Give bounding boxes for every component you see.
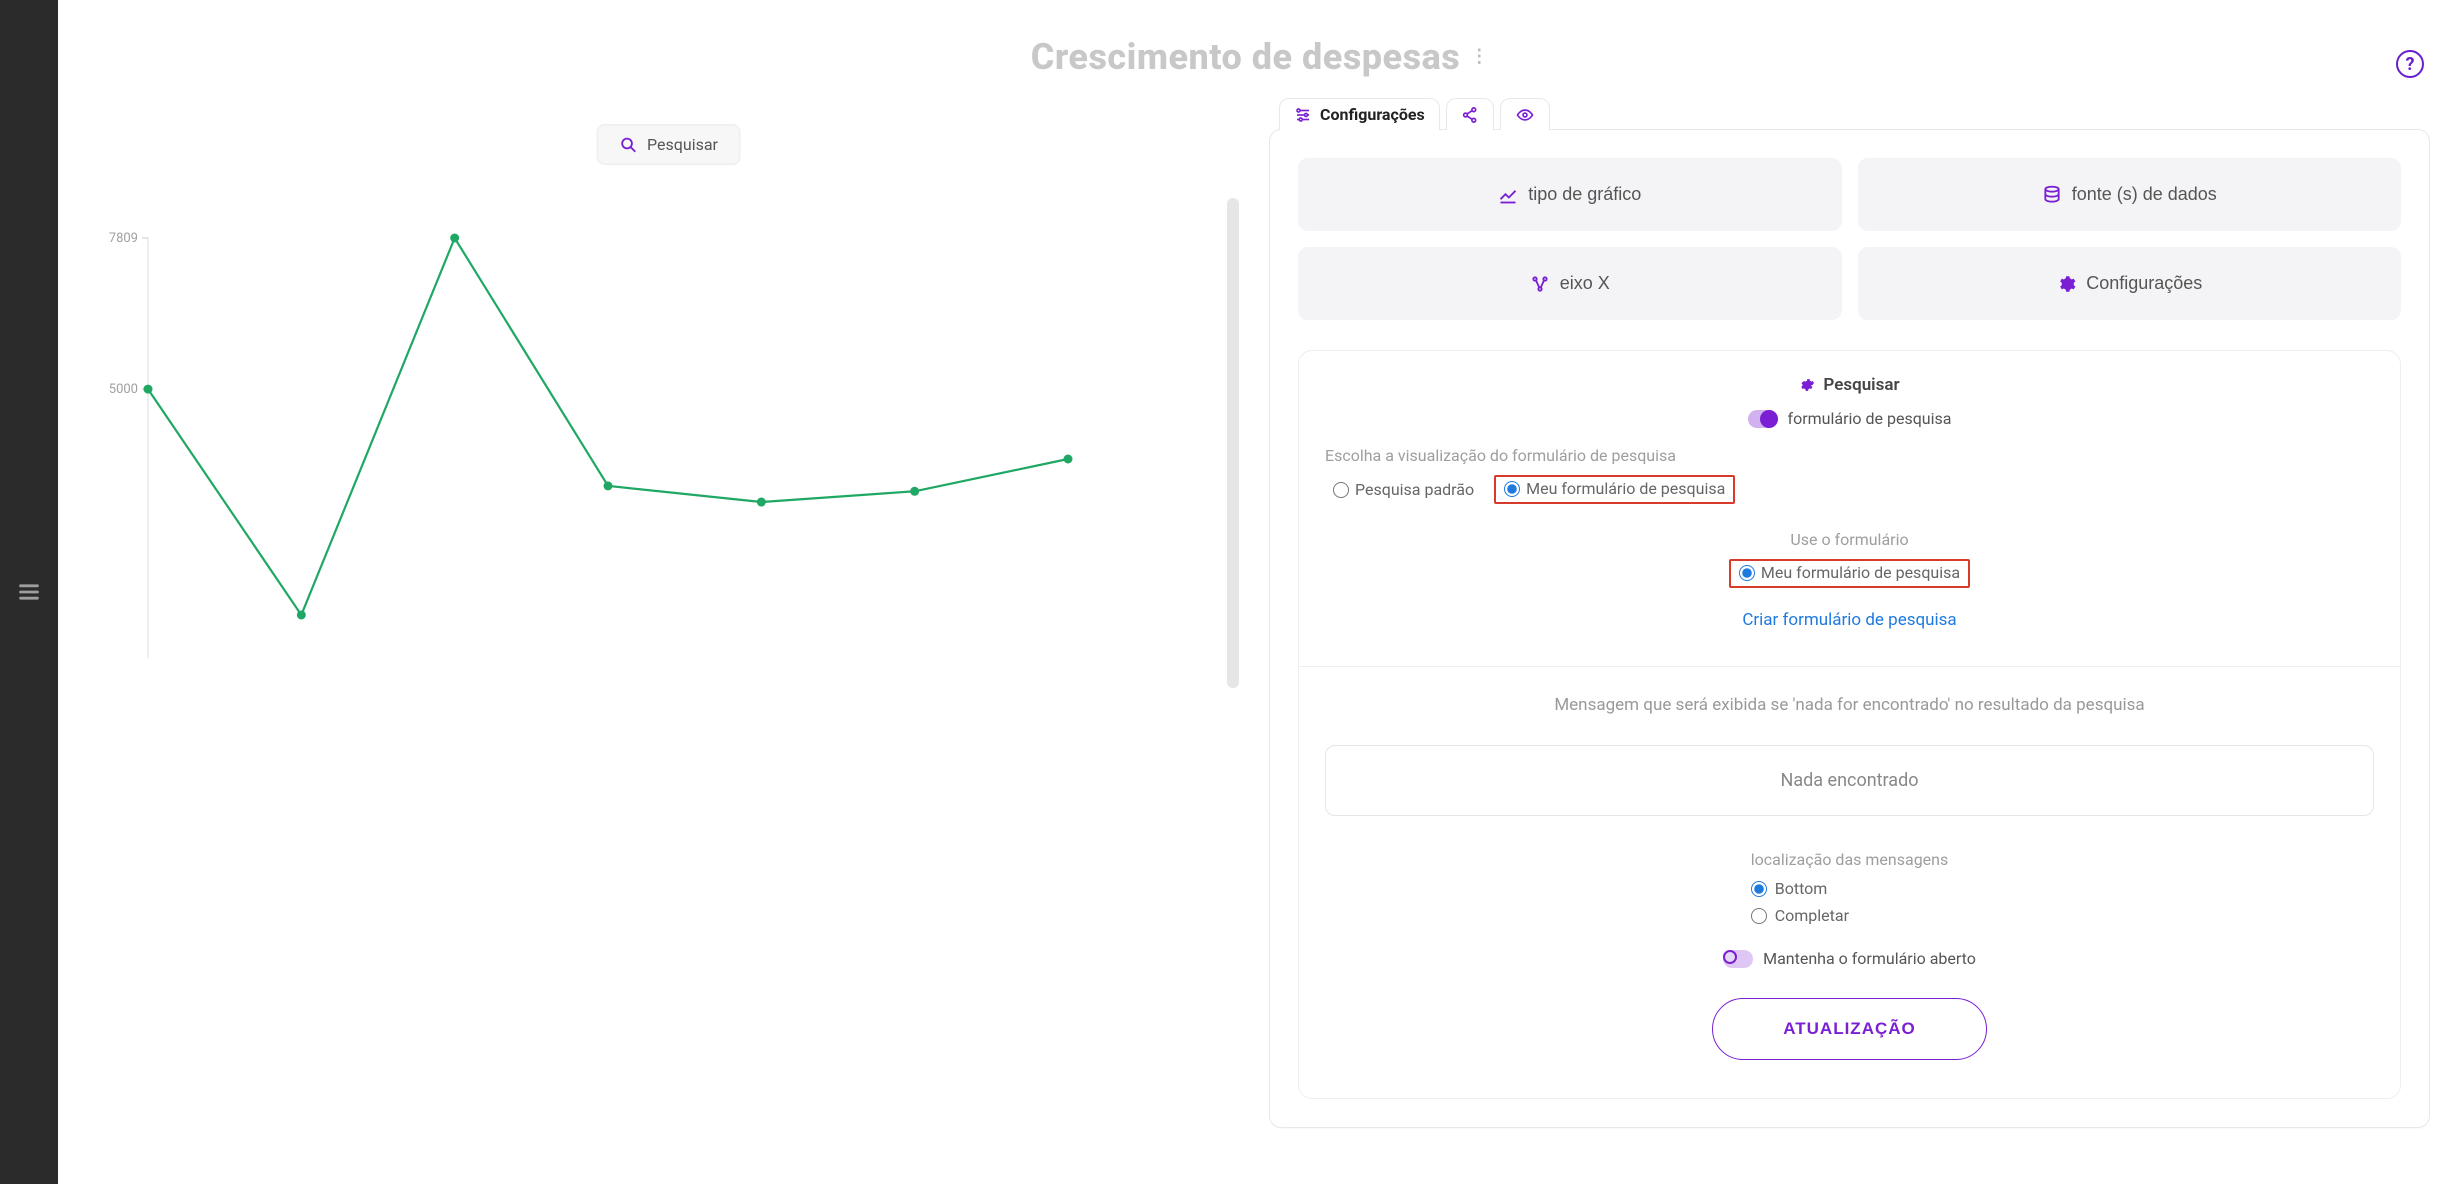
- svg-text:7809: 7809: [109, 231, 138, 246]
- tab-config[interactable]: Configurações: [1279, 98, 1440, 130]
- not-found-input[interactable]: [1325, 745, 2374, 816]
- choose-view-hint: Escolha a visualização do formulário de …: [1325, 446, 2374, 465]
- btn-chart-type-label: tipo de gráfico: [1528, 184, 1641, 205]
- config-column: Configurações: [1269, 98, 2430, 1154]
- radio-loc-bottom-label: Bottom: [1775, 879, 1828, 898]
- help-glyph: ?: [2406, 54, 2415, 75]
- radio-default-search-input[interactable]: [1333, 482, 1349, 498]
- btn-x-axis[interactable]: eixo X: [1298, 247, 1842, 320]
- radio-loc-complete-label: Completar: [1775, 906, 1849, 925]
- axis-icon: [1530, 274, 1550, 294]
- tabs: Configurações: [1279, 98, 2430, 130]
- page-title: Crescimento de despesas ⋮: [58, 36, 2460, 78]
- keep-open-label: Mantenha o formulário aberto: [1763, 949, 1976, 968]
- eye-icon: [1515, 106, 1535, 124]
- radio-loc-bottom-input[interactable]: [1751, 881, 1767, 897]
- radio-loc-complete[interactable]: Completar: [1751, 906, 1949, 925]
- update-button[interactable]: ATUALIZAÇÃO: [1712, 998, 1987, 1060]
- search-section: Pesquisar formulário de pesquisa Escolha…: [1298, 350, 2401, 1099]
- gear-small-icon: [1799, 377, 1815, 393]
- left-rail: [0, 0, 58, 1184]
- use-form-label: Use o formulário: [1325, 530, 2374, 549]
- toggle-keep-open[interactable]: [1723, 950, 1753, 968]
- link-create-form[interactable]: Criar formulário de pesquisa: [1325, 610, 2374, 630]
- scrollbar-thumb[interactable]: [1227, 198, 1239, 688]
- divider: [1299, 666, 2400, 667]
- toggle-search-form-row: formulário de pesquisa: [1325, 409, 2374, 428]
- line-chart: 7809 5000: [88, 198, 1088, 698]
- radio-use-form-input[interactable]: [1739, 565, 1755, 581]
- main: Crescimento de despesas ⋮ ? Pesquisar 78…: [58, 0, 2460, 1184]
- gear-icon: [2056, 274, 2076, 294]
- page-title-text: Crescimento de despesas: [1031, 36, 1460, 78]
- btn-settings-sub[interactable]: Configurações: [1858, 247, 2402, 320]
- chart-area: 7809 5000: [88, 98, 1249, 698]
- database-icon: [2042, 185, 2062, 205]
- radio-use-form[interactable]: Meu formulário de pesquisa: [1729, 559, 1970, 588]
- search-chip-label: Pesquisar: [647, 135, 718, 154]
- search-chip[interactable]: Pesquisar: [596, 124, 741, 165]
- chart-scrollbar[interactable]: [1227, 198, 1239, 688]
- share-icon: [1461, 106, 1479, 124]
- help-icon[interactable]: ?: [2396, 50, 2424, 78]
- menu-icon[interactable]: [16, 579, 42, 605]
- btn-settings-sub-label: Configurações: [2086, 273, 2202, 294]
- chart-column: Pesquisar 7809 5000: [88, 98, 1249, 1154]
- btn-data-sources[interactable]: fonte (s) de dados: [1858, 158, 2402, 231]
- section-heading-text: Pesquisar: [1823, 375, 1899, 395]
- radio-my-form[interactable]: Meu formulário de pesquisa: [1494, 475, 1735, 504]
- tab-share[interactable]: [1446, 98, 1494, 130]
- radio-default-search-label: Pesquisa padrão: [1355, 480, 1474, 499]
- svg-text:5000: 5000: [109, 382, 138, 397]
- toggle-search-form[interactable]: [1748, 410, 1778, 428]
- btn-x-axis-label: eixo X: [1560, 273, 1610, 294]
- radio-default-search[interactable]: Pesquisa padrão: [1325, 476, 1482, 503]
- radio-loc-complete-input[interactable]: [1751, 908, 1767, 924]
- radio-loc-bottom[interactable]: Bottom: [1751, 879, 1949, 898]
- config-panel: tipo de gráfico fonte (s) de dados: [1269, 129, 2430, 1128]
- chart-type-icon: [1498, 185, 1518, 205]
- radio-my-form-label: Meu formulário de pesquisa: [1526, 479, 1725, 498]
- tab-config-label: Configurações: [1320, 105, 1425, 124]
- not-found-desc: Mensagem que será exibida se 'nada for e…: [1325, 695, 2374, 715]
- section-heading: Pesquisar: [1325, 375, 2374, 395]
- drag-handle-icon[interactable]: ⋮: [1470, 48, 1487, 66]
- sliders-icon: [1294, 106, 1312, 124]
- toggle-search-form-label: formulário de pesquisa: [1788, 409, 1952, 428]
- keep-open-row: Mantenha o formulário aberto: [1325, 949, 2374, 968]
- btn-data-sources-label: fonte (s) de dados: [2072, 184, 2217, 205]
- radio-view-group: Pesquisa padrão Meu formulário de pesqui…: [1325, 475, 2374, 504]
- search-icon: [619, 136, 637, 154]
- tab-preview[interactable]: [1500, 98, 1550, 130]
- radio-my-form-input[interactable]: [1504, 481, 1520, 497]
- btn-chart-type[interactable]: tipo de gráfico: [1298, 158, 1842, 231]
- loc-title: localização das mensagens: [1751, 850, 1949, 869]
- radio-use-form-label: Meu formulário de pesquisa: [1761, 563, 1960, 582]
